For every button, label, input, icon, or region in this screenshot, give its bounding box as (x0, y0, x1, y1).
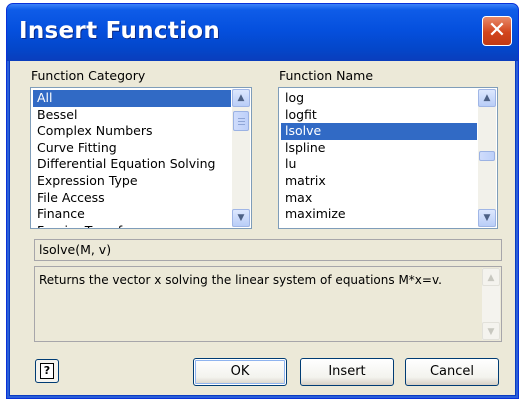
close-icon[interactable]: ✕ (482, 16, 512, 46)
insert-function-dialog: Insert Function ✕ Function Category Func… (6, 3, 519, 399)
category-scroll-thumb[interactable] (233, 111, 249, 131)
description-scroll-down-icon: ▼ (482, 322, 500, 340)
category-list-item[interactable]: Expression Type (33, 173, 231, 190)
category-list-item[interactable]: Differential Equation Solving (33, 156, 231, 173)
category-scroll-down-icon[interactable]: ▼ (232, 209, 250, 227)
function-scroll-down-icon[interactable]: ▼ (478, 209, 496, 227)
dialog-body: Function Category Function Name All Besse… (10, 61, 515, 395)
insert-button[interactable]: Insert (300, 358, 394, 386)
function-description-box: Returns the vector x solving the linear … (34, 266, 502, 342)
category-list-item[interactable]: All (33, 90, 231, 107)
category-scrollbar[interactable]: ▲ ▼ (232, 89, 250, 227)
function-name-label: Function Name (279, 68, 374, 83)
description-scrollbar: ▲ ▼ (482, 268, 500, 340)
category-list-item[interactable]: Curve Fitting (33, 140, 231, 157)
function-list-item[interactable]: logfit (281, 107, 477, 124)
cancel-button[interactable]: Cancel (405, 358, 499, 386)
title-bar[interactable]: Insert Function ✕ (7, 4, 518, 61)
function-description: Returns the vector x solving the linear … (39, 273, 442, 287)
category-list-item[interactable]: File Access (33, 190, 231, 207)
function-scroll-thumb[interactable] (479, 151, 495, 161)
function-list-item[interactable]: lu (281, 156, 477, 173)
category-scroll-up-icon[interactable]: ▲ (232, 89, 250, 107)
category-list-item[interactable]: Bessel (33, 107, 231, 124)
function-list-item[interactable]: max (281, 190, 477, 207)
help-button[interactable]: ? (35, 359, 59, 383)
description-scroll-up-icon: ▲ (482, 268, 500, 286)
dialog-title: Insert Function (19, 18, 221, 44)
function-list-item[interactable]: lspline (281, 140, 477, 157)
function-scrollbar[interactable]: ▲ ▼ (478, 89, 496, 227)
function-items: log logfit lsolve lspline lu matrix max maximiz… (281, 90, 477, 228)
function-list-item[interactable]: lsolve (281, 123, 477, 140)
function-list-item[interactable]: mean (281, 223, 477, 228)
category-items: All Bessel Complex Numbers Curve Fitting Dif… (33, 90, 231, 228)
function-list-item[interactable]: log (281, 90, 477, 107)
function-category-label: Function Category (31, 68, 146, 83)
function-scroll-up-icon[interactable]: ▲ (478, 89, 496, 107)
function-syntax: lsolve(M, v) (34, 239, 502, 261)
ok-button[interactable]: OK (193, 358, 287, 386)
category-list-item[interactable]: Finance (33, 206, 231, 223)
category-list-item[interactable]: Complex Numbers (33, 123, 231, 140)
function-list-item[interactable]: maximize (281, 206, 477, 223)
help-icon: ? (40, 363, 54, 379)
function-category-list[interactable]: All Bessel Complex Numbers Curve Fitting Dif… (30, 87, 252, 229)
category-list-item[interactable]: Fourier Transform (33, 223, 231, 228)
function-name-list[interactable]: log logfit lsolve lspline lu matrix max maximiz… (278, 87, 498, 229)
function-list-item[interactable]: matrix (281, 173, 477, 190)
